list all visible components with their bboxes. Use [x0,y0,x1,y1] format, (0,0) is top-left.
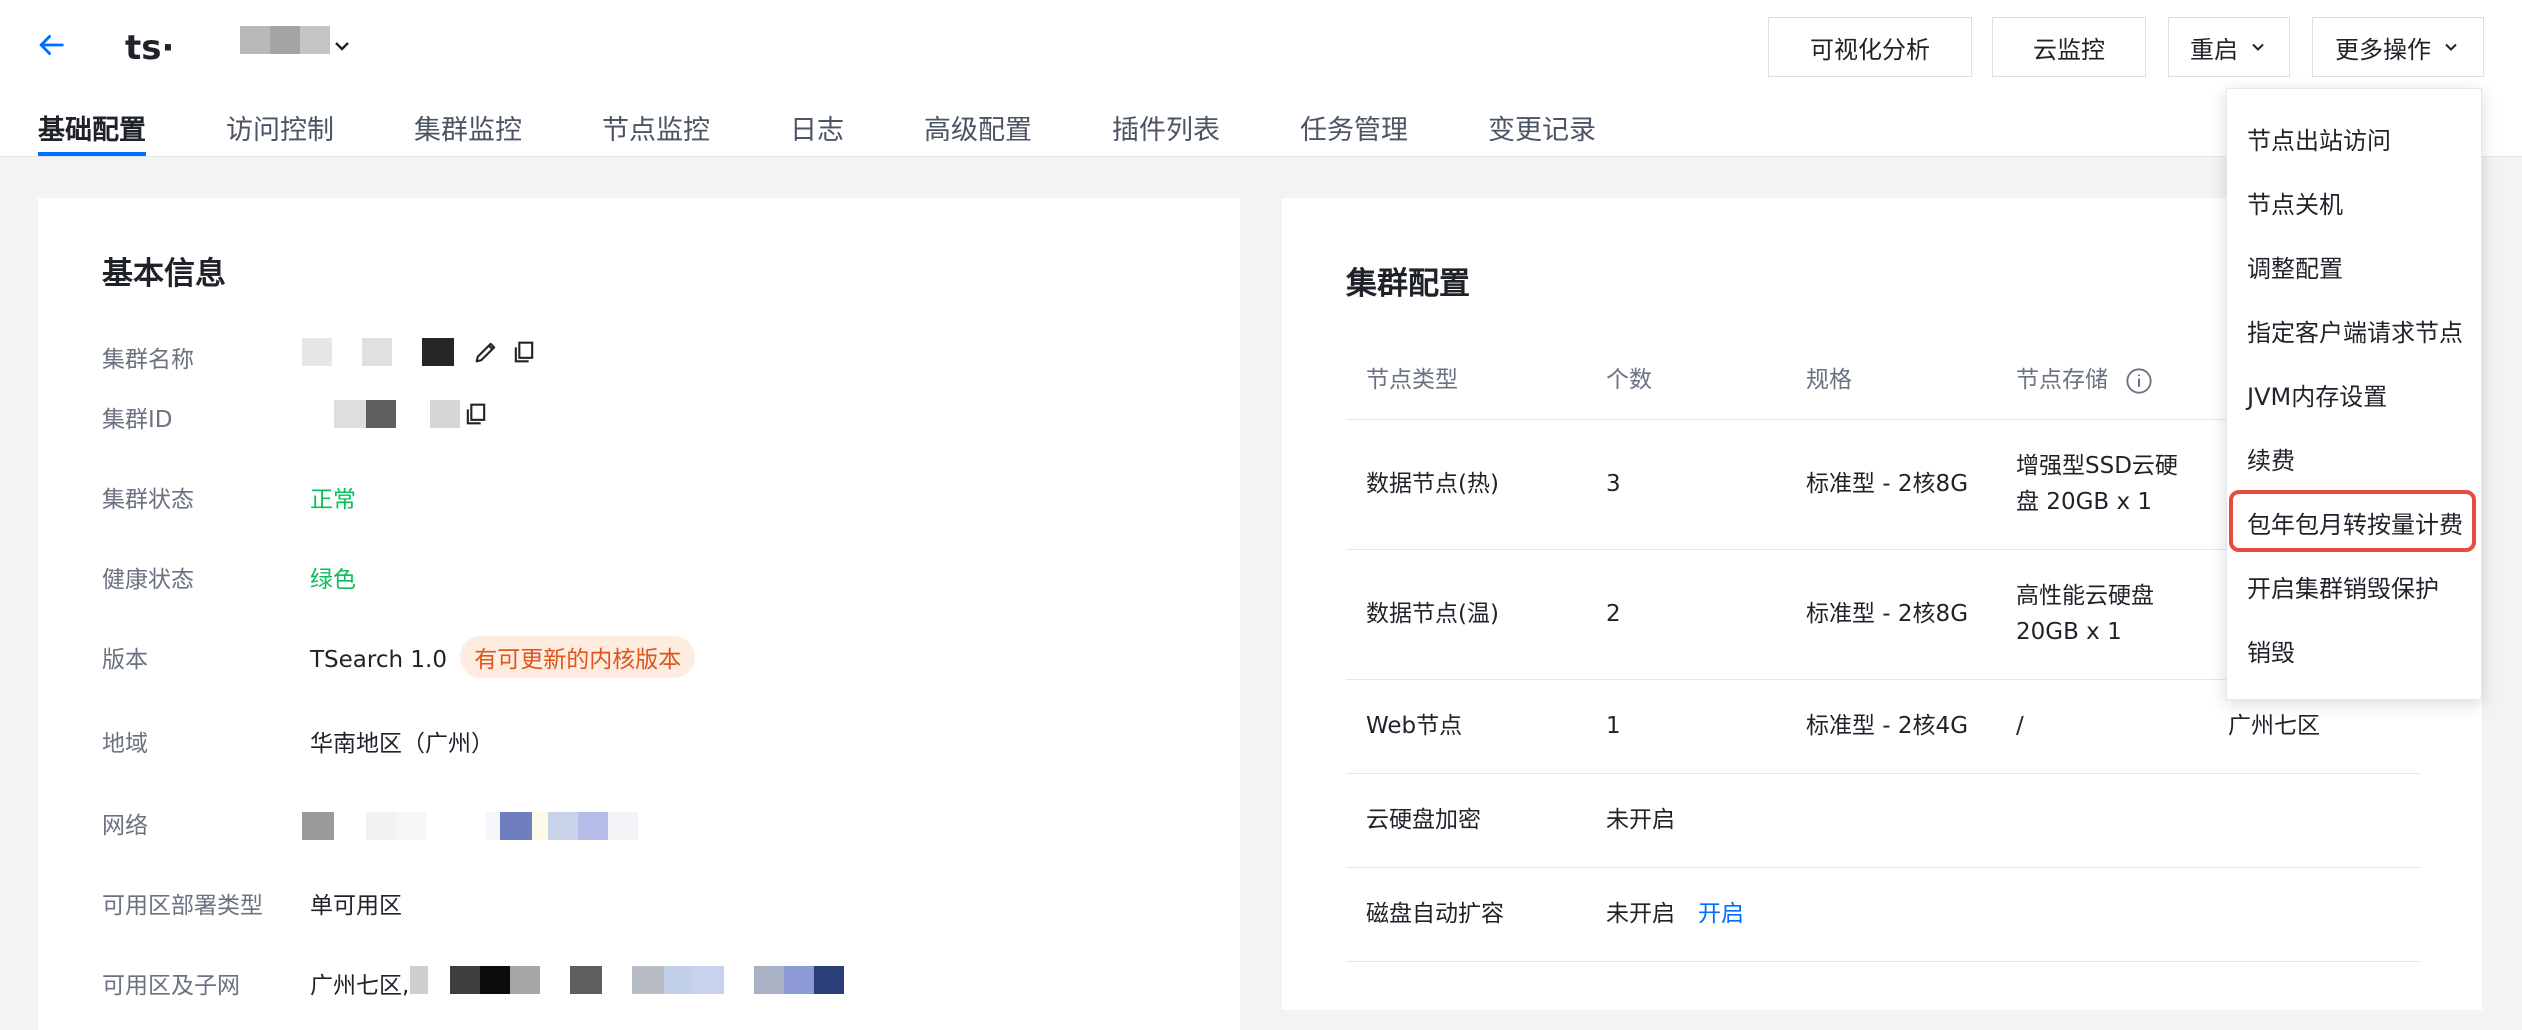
cloud-monitor-button[interactable]: 云监控 [1992,17,2146,77]
edit-pencil-icon[interactable] [472,338,500,366]
tab-access-control[interactable]: 访问控制 [226,108,334,156]
kernel-update-badge[interactable]: 有可更新的内核版本 [460,636,696,678]
node-type-cell: 数据节点(温) [1366,601,1499,627]
restart-button[interactable]: 重启 [2168,17,2290,77]
node-zone-cell: 广州七区 [2228,713,2320,739]
region-label: 地域 [102,731,148,757]
cluster-status-value: 正常 [310,487,356,513]
node-storage-cell: 增强型SSD云硬 盘 20GB x 1 [2016,453,2178,515]
tab-cluster-monitor[interactable]: 集群监控 [414,108,522,156]
tab-basic-config[interactable]: 基础配置 [38,108,146,156]
health-status-label: 健康状态 [102,567,194,593]
node-spec-cell: 标准型 - 2核8G [1806,601,1969,627]
cluster-status-label: 集群状态 [102,487,194,513]
az-deploy-type-value: 单可用区 [310,893,402,919]
disk-autoscale-row: 磁盘自动扩容 未开启 开启 [1346,868,2420,962]
cluster-name-title: ts· [125,28,175,68]
disk-encryption-row: 云硬盘加密 未开启 [1346,774,2420,868]
tab-task-management[interactable]: 任务管理 [1300,108,1408,156]
version-label: 版本 [102,647,148,673]
basic-info-card: 基本信息 集群名称 集群ID 集群状态 正常 健康状态 绿色 版本 TSearc… [38,198,1240,1030]
az-subnet-value: 广州七区, [310,973,410,999]
tab-logs[interactable]: 日志 [790,108,844,156]
menu-item-node-shutdown[interactable]: 节点关机 [2247,185,2343,220]
chevron-down-icon [2252,43,2264,51]
column-node-storage: 节点存储 [2016,360,2153,395]
basic-info-title: 基本信息 [102,256,226,292]
node-storage-cell: 高性能云硬盘 20GB x 1 [2016,583,2154,645]
node-type-cell: Web节点 [1366,713,1463,739]
version-value: TSearch 1.0 [310,647,447,673]
node-storage-cell: / [2016,713,2024,739]
menu-item-adjust-config[interactable]: 调整配置 [2247,249,2343,284]
node-spec-cell: 标准型 - 2核4G [1806,713,1969,739]
redacted-cluster-name [240,26,330,54]
redacted-subnet-value [410,966,844,994]
tab-change-log[interactable]: 变更记录 [1488,108,1596,156]
redacted-cluster-id-value [334,400,460,428]
network-label: 网络 [102,813,148,839]
version-value-row: TSearch 1.0 有可更新的内核版本 [310,636,696,678]
menu-item-destroy-protection[interactable]: 开启集群销毁保护 [2247,569,2439,604]
disk-encryption-value: 未开启 [1606,807,1675,833]
menu-item-jvm-memory[interactable]: JVM内存设置 [2247,377,2387,412]
top-header: ts· 可视化分析 云监控 重启 更多操作 基础配置 访问控制 集群监控 节点监… [0,0,2522,157]
node-type-cell: 数据节点(热) [1366,471,1499,497]
chevron-down-icon [2445,43,2457,51]
tab-node-monitor[interactable]: 节点监控 [602,108,710,156]
health-status-value: 绿色 [310,567,356,593]
column-count: 个数 [1606,367,1652,393]
chevron-down-icon[interactable] [330,34,354,58]
menu-item-client-request-node[interactable]: 指定客户端请求节点 [2247,313,2463,348]
node-count-cell: 2 [1606,601,1621,627]
menu-item-destroy[interactable]: 销毁 [2247,633,2295,668]
tab-bar: 基础配置 访问控制 集群监控 节点监控 日志 高级配置 插件列表 任务管理 变更… [38,108,1676,156]
copy-icon[interactable] [510,338,538,366]
column-spec: 规格 [1806,367,1852,393]
disk-autoscale-label: 磁盘自动扩容 [1366,901,1504,927]
cluster-config-title: 集群配置 [1346,266,1470,302]
more-actions-menu: 节点出站访问 节点关机 调整配置 指定客户端请求节点 JVM内存设置 续费 包年… [2226,88,2482,700]
node-count-cell: 1 [1606,713,1621,739]
more-actions-button[interactable]: 更多操作 [2312,17,2484,77]
tab-advanced-config[interactable]: 高级配置 [924,108,1032,156]
az-deploy-type-label: 可用区部署类型 [102,893,263,919]
redacted-network-value [302,812,638,840]
disk-autoscale-value: 未开启 [1606,901,1675,927]
tab-plugin-list[interactable]: 插件列表 [1112,108,1220,156]
menu-item-switch-billing[interactable]: 包年包月转按量计费 [2247,505,2463,540]
copy-icon[interactable] [462,400,490,428]
column-node-type: 节点类型 [1366,367,1458,393]
info-icon[interactable] [2125,367,2153,395]
menu-item-renew[interactable]: 续费 [2247,441,2295,476]
enable-autoscale-link[interactable]: 开启 [1698,896,1744,932]
menu-item-node-outbound-access[interactable]: 节点出站访问 [2247,121,2391,156]
disk-encryption-label: 云硬盘加密 [1366,807,1481,833]
region-value: 华南地区（广州） [310,731,494,757]
node-count-cell: 3 [1606,471,1621,497]
visual-analysis-button[interactable]: 可视化分析 [1768,17,1972,77]
node-spec-cell: 标准型 - 2核8G [1806,471,1969,497]
redacted-cluster-name-value [302,338,454,366]
back-arrow-icon[interactable] [34,28,68,62]
az-subnet-label: 可用区及子网 [102,973,240,999]
cluster-id-label: 集群ID [102,407,173,433]
cluster-name-label: 集群名称 [102,347,194,373]
